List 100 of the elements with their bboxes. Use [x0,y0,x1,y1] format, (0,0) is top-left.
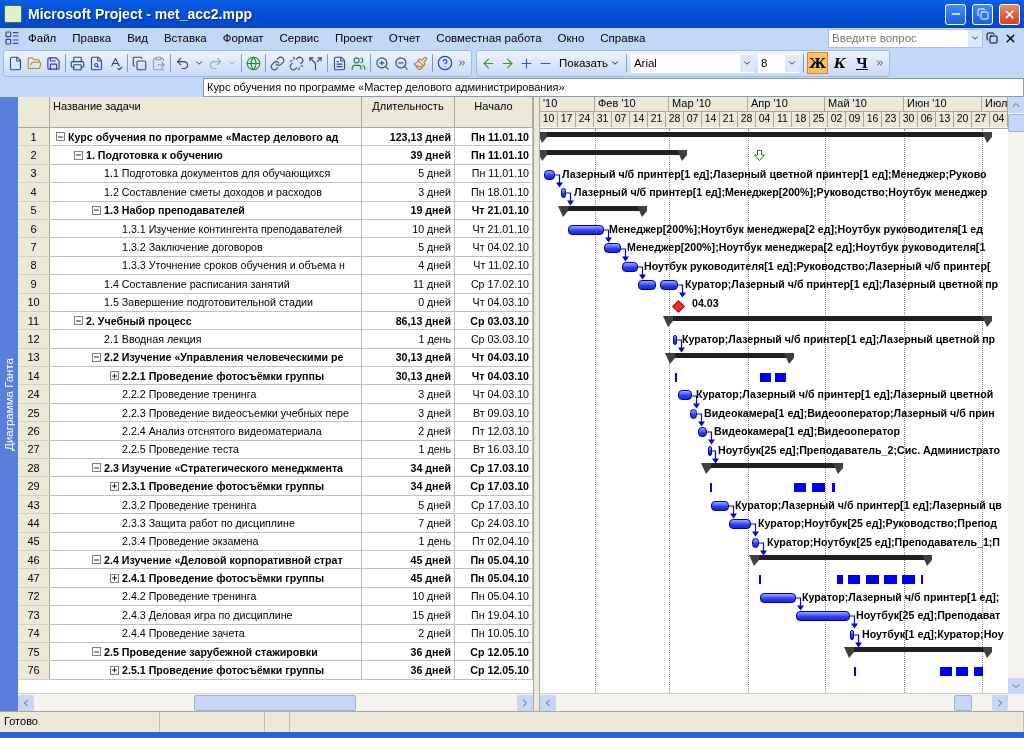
row-number[interactable]: 12 [18,330,50,349]
bold-button[interactable]: Ж [807,53,827,73]
unlink-tasks-icon[interactable] [289,55,304,71]
task-bar[interactable] [708,445,712,456]
vertical-scrollbar[interactable] [1008,97,1024,711]
copy-icon[interactable] [132,55,147,71]
row-number[interactable]: 2 [18,146,50,165]
zoom-out-icon[interactable] [394,55,409,71]
collapse-toggle[interactable] [92,205,101,215]
expand-toggle[interactable] [110,481,119,491]
expand-toggle[interactable] [110,665,119,675]
new-file-icon[interactable] [8,55,23,71]
row-number[interactable]: 1 [18,128,50,147]
restore-button[interactable] [972,3,993,25]
menu-item[interactable]: Совместная работа [428,32,550,44]
entry-field[interactable]: Курс обучения по программе «Мастер делового администрирования» [203,78,1024,97]
task-bar[interactable] [760,592,796,603]
task-bar[interactable] [622,261,638,272]
task-info-icon[interactable] [332,55,347,71]
dropdown-icon[interactable] [194,58,204,68]
menu-item[interactable]: Правка [64,32,120,44]
help-icon[interactable] [437,55,453,71]
back-arrow-icon[interactable] [481,55,496,71]
zoom-in-icon[interactable] [375,55,390,71]
show-button[interactable]: Показать [557,57,622,69]
row-number[interactable]: 44 [18,514,50,533]
save-icon[interactable] [46,55,61,71]
print-preview-icon[interactable] [89,55,104,71]
spelling-icon[interactable] [108,55,123,71]
hyperlink-icon[interactable] [246,55,261,71]
collapse-toggle[interactable] [74,150,83,160]
task-bar[interactable] [752,537,759,548]
collapse-toggle[interactable] [92,463,101,473]
column-header[interactable]: Начало [474,100,513,112]
row-number[interactable]: 73 [18,606,50,625]
task-bar[interactable] [561,188,566,199]
menu-item[interactable]: Сервис [271,32,327,44]
collapse-toggle[interactable] [74,316,83,326]
task-bar[interactable] [678,390,692,401]
row-number[interactable]: 9 [18,275,50,294]
task-bar[interactable] [690,408,697,419]
menu-item[interactable]: Отчет [380,32,429,44]
help-search-field[interactable]: Введите вопрос [828,28,983,48]
font-size-select[interactable]: 8 [757,53,799,73]
view-label[interactable]: Диаграмма Ганта [3,357,15,451]
row-number[interactable]: 24 [18,385,50,404]
task-bar[interactable] [673,335,677,346]
forward-arrow-icon[interactable] [500,55,515,71]
font-select[interactable]: Arial [630,53,754,73]
menu-item[interactable]: Окно [549,32,593,44]
scroll-thumb[interactable] [954,694,972,711]
collapse-toggle[interactable] [92,555,101,565]
minimize-button[interactable] [945,3,966,25]
expand-toggle[interactable] [110,573,119,583]
task-bar[interactable] [711,500,729,511]
row-number[interactable]: 29 [18,477,50,496]
document-menu-icon[interactable] [4,30,20,46]
menu-item[interactable]: Вставка [155,32,215,44]
task-bar[interactable] [568,224,604,235]
italic-button[interactable]: К [830,53,849,73]
task-bar[interactable] [796,611,850,622]
row-number[interactable]: 76 [18,661,50,680]
menu-item[interactable]: Справка [592,32,654,44]
task-bar[interactable] [729,519,751,530]
menu-item[interactable]: Формат [214,32,272,44]
horizontal-scrollbar[interactable] [18,693,533,711]
menu-item[interactable]: Вид [119,32,156,44]
row-number[interactable]: 7 [18,238,50,257]
underline-button[interactable]: Ч [852,53,871,73]
close-button[interactable] [999,3,1020,25]
task-bar[interactable] [850,629,854,640]
menu-item[interactable]: Проект [326,32,381,44]
plus-icon[interactable] [519,55,534,71]
row-number[interactable]: 26 [18,422,50,441]
toolbar-options-icon[interactable] [457,58,467,68]
collapse-toggle[interactable] [56,132,65,142]
assign-resources-icon[interactable] [351,55,366,71]
menu-item[interactable]: Файл [20,32,65,44]
scroll-thumb[interactable] [1008,114,1024,132]
restore-window-button[interactable] [983,32,1001,44]
task-bar[interactable] [660,280,678,291]
undo-icon[interactable] [175,55,190,71]
collapse-toggle[interactable] [92,647,101,657]
horizontal-scrollbar[interactable] [540,693,1008,711]
row-number[interactable]: 14 [18,367,50,386]
expand-toggle[interactable] [110,371,119,381]
column-header[interactable]: Название задачи [53,100,141,112]
task-bar[interactable] [544,169,555,180]
task-bar[interactable] [604,243,621,254]
scroll-thumb[interactable] [194,694,356,711]
row-number[interactable]: 4 [18,183,50,202]
row-number[interactable]: 47 [18,569,50,588]
collapse-toggle[interactable] [92,352,101,362]
task-bar[interactable] [698,427,707,438]
link-tasks-icon[interactable] [270,55,285,71]
milestone-marker[interactable] [672,299,685,313]
task-bar[interactable] [638,280,656,291]
toolbar-options-icon[interactable] [874,58,885,68]
row-number[interactable]: 28 [18,459,50,478]
print-icon[interactable] [70,55,85,71]
